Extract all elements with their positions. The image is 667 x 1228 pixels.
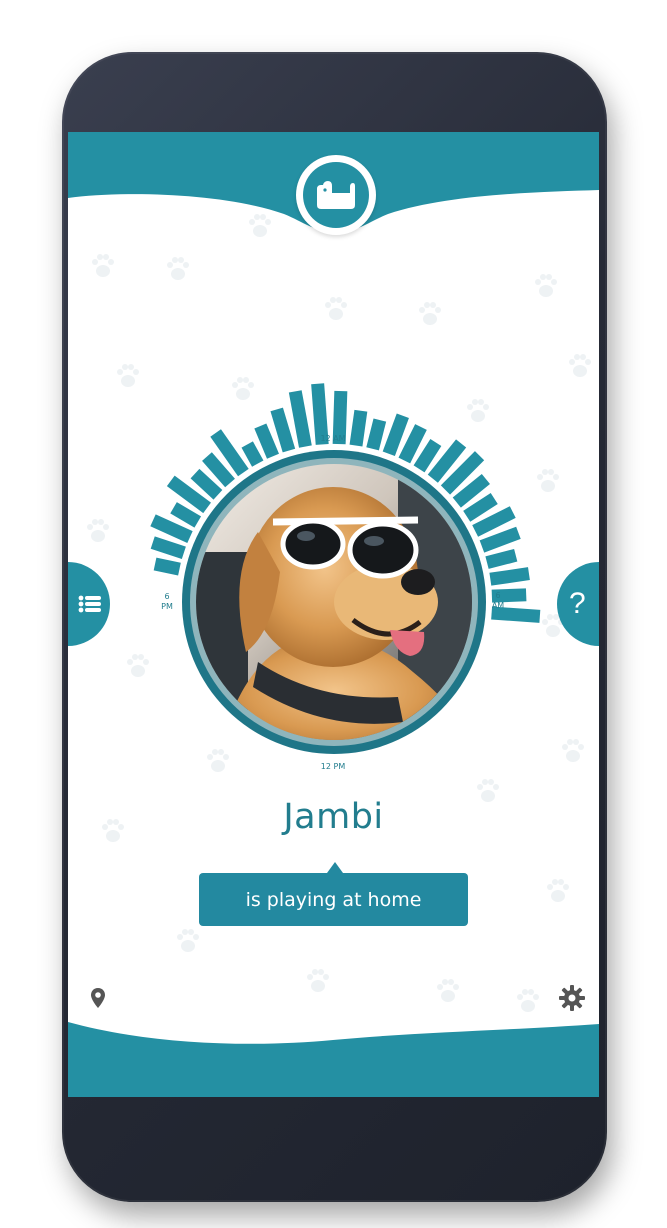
activity-bar bbox=[366, 418, 387, 451]
activity-bar bbox=[349, 409, 368, 447]
time-label-right-period: AM bbox=[492, 601, 504, 610]
time-label-left-hour: 6 bbox=[164, 592, 169, 601]
pet-name: Jambi bbox=[283, 797, 384, 837]
activity-bar bbox=[241, 441, 264, 467]
pet-status-text: is playing at home bbox=[245, 888, 422, 911]
activity-bar bbox=[153, 557, 181, 576]
activity-bar bbox=[485, 548, 518, 569]
location-pin-icon[interactable] bbox=[89, 987, 107, 1009]
time-label-left-period: PM bbox=[161, 602, 173, 611]
footer-bar bbox=[68, 1022, 599, 1097]
time-label-top: 12 AM bbox=[320, 434, 345, 443]
time-label-right-hour: 6 bbox=[495, 591, 500, 600]
activity-bar bbox=[489, 567, 530, 586]
time-label-bottom: 12 PM bbox=[321, 762, 346, 771]
app-screen: ? 12 AM 12 PM 6 PM 6 AM Jambi is playing… bbox=[68, 132, 599, 1097]
gear-icon[interactable] bbox=[558, 984, 586, 1012]
activity-ring: 12 AM 12 PM 6 PM 6 AM bbox=[150, 383, 541, 771]
pet-status-bubble: is playing at home bbox=[199, 862, 468, 926]
